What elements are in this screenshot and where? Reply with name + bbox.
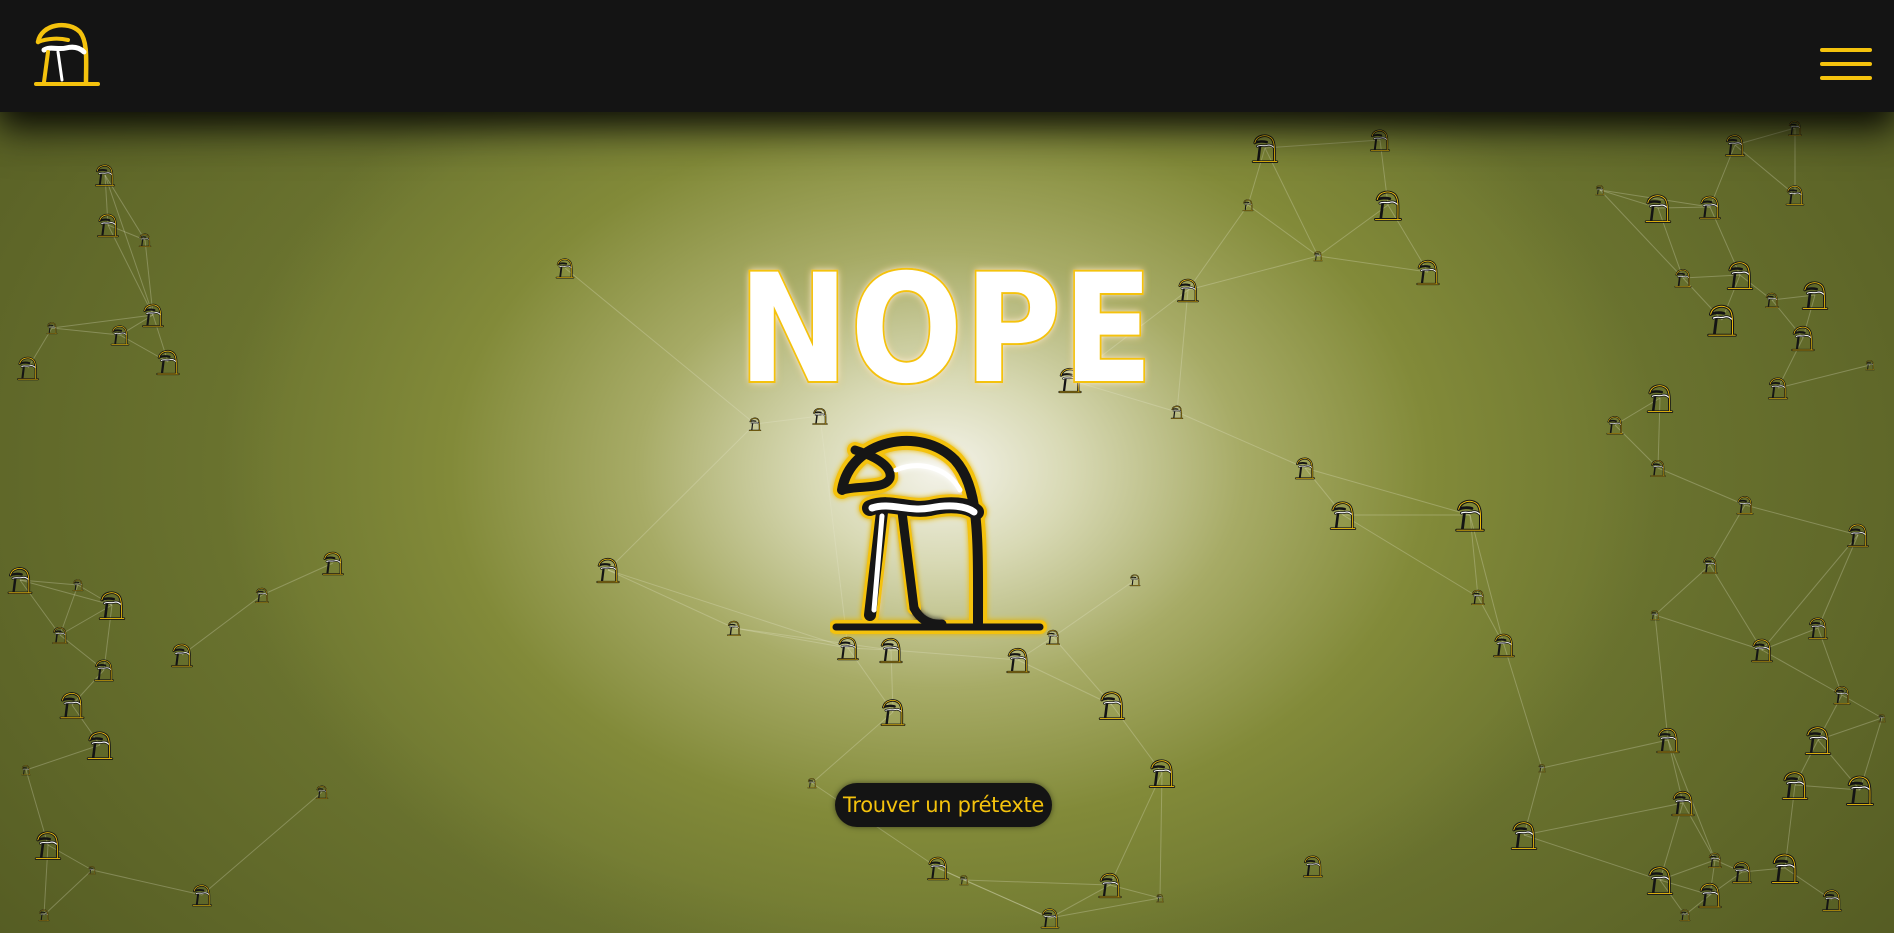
network-link bbox=[1264, 139, 1381, 149]
network-link bbox=[1659, 879, 1686, 916]
hero-title-text: NOPE bbox=[738, 246, 1155, 396]
mini-ostrich-icon bbox=[1302, 855, 1324, 878]
network-link bbox=[1052, 579, 1136, 638]
mini-ostrich-icon bbox=[1040, 908, 1060, 929]
network-link bbox=[1761, 534, 1859, 651]
network-link bbox=[1017, 659, 1113, 706]
network-link bbox=[1654, 614, 1669, 741]
network-link bbox=[261, 562, 334, 596]
network-link bbox=[1523, 767, 1543, 836]
mini-ostrich-icon bbox=[1679, 909, 1691, 922]
network-link bbox=[91, 869, 203, 896]
network-link bbox=[1264, 147, 1319, 257]
menu-bar-middle bbox=[1820, 62, 1872, 66]
network-link bbox=[1159, 772, 1163, 899]
mini-ostrich-icon bbox=[1821, 889, 1843, 912]
mini-ostrich-icon bbox=[1098, 872, 1122, 899]
network-link bbox=[1469, 514, 1479, 598]
mini-ostrich-icon bbox=[322, 551, 344, 576]
network-link bbox=[890, 649, 894, 713]
network-link bbox=[607, 569, 849, 649]
ostrich-logo-icon[interactable] bbox=[28, 16, 104, 92]
network-link bbox=[963, 879, 1111, 886]
network-link bbox=[1541, 739, 1669, 769]
network-link bbox=[754, 415, 821, 425]
network-link bbox=[1709, 564, 1763, 651]
network-link bbox=[607, 423, 756, 571]
mini-ostrich-icon bbox=[171, 643, 193, 668]
mini-ostrich-icon bbox=[1006, 647, 1030, 674]
network-link bbox=[181, 594, 263, 656]
find-pretext-button[interactable]: Trouver un prétexte bbox=[835, 783, 1052, 827]
network-link bbox=[1049, 897, 1161, 919]
network-link bbox=[1657, 467, 1746, 506]
network-link bbox=[890, 649, 1019, 661]
network-link bbox=[1176, 411, 1306, 469]
network-link bbox=[1734, 127, 1796, 146]
network-link bbox=[59, 584, 79, 636]
network-link bbox=[1734, 144, 1796, 196]
network-link bbox=[1657, 397, 1661, 469]
network-link bbox=[1247, 147, 1266, 206]
network-link bbox=[963, 879, 1051, 919]
network-link bbox=[43, 844, 49, 916]
network-link bbox=[201, 791, 323, 896]
network-link bbox=[811, 711, 894, 784]
network-link bbox=[43, 869, 93, 916]
network-link bbox=[1654, 564, 1711, 616]
network-link bbox=[1761, 649, 1843, 696]
mini-ostrich-icon bbox=[86, 731, 114, 760]
mini-ostrich-icon bbox=[1329, 501, 1357, 530]
network-link bbox=[1523, 834, 1661, 881]
network-link bbox=[1342, 514, 1479, 598]
network-link bbox=[1744, 504, 1859, 536]
network-link bbox=[59, 604, 113, 636]
mini-ostrich-icon bbox=[596, 557, 620, 584]
mini-ostrich-icon bbox=[191, 884, 213, 907]
top-header bbox=[0, 0, 1894, 112]
network-link bbox=[1109, 772, 1163, 886]
mini-ostrich-icon bbox=[1510, 821, 1538, 850]
network-link bbox=[1859, 717, 1883, 791]
network-link bbox=[607, 569, 735, 629]
network-link bbox=[1469, 514, 1505, 646]
menu-bar-bottom bbox=[1820, 76, 1872, 80]
mini-ostrich-icon bbox=[1845, 775, 1875, 806]
network-link bbox=[19, 579, 61, 636]
network-link bbox=[1682, 802, 1716, 861]
ostrich-head-in-ground-icon bbox=[829, 420, 1060, 645]
hero-title: NOPE bbox=[0, 246, 1894, 396]
network-link bbox=[1654, 614, 1763, 651]
network-link bbox=[1794, 739, 1819, 786]
network-link bbox=[1523, 802, 1684, 836]
network-link bbox=[1304, 467, 1471, 516]
network-link bbox=[1503, 644, 1543, 769]
menu-bar-top bbox=[1820, 48, 1872, 52]
network-link bbox=[1817, 534, 1859, 629]
hamburger-menu-icon[interactable] bbox=[1820, 44, 1872, 84]
